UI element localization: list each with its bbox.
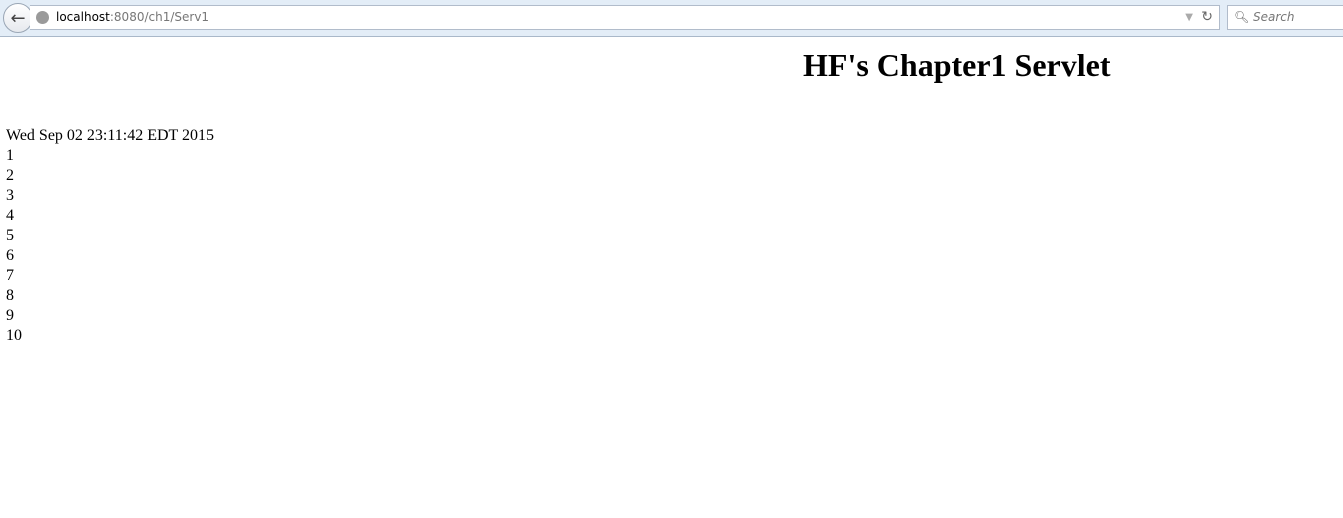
number-line: 10	[6, 327, 22, 344]
date-text: Wed Sep 02 23:11:42 EDT 2015	[6, 127, 215, 144]
number-line: 2	[6, 167, 14, 184]
address-bar[interactable]: localhost:8080/ch1/Serv1 ▼ ↻	[30, 5, 1220, 30]
page-title: HF's Chapter1 Servlet	[803, 47, 1111, 83]
back-button[interactable]: ←	[3, 3, 33, 33]
number-line: 4	[6, 207, 14, 224]
servlet-output: Wed Sep 02 23:11:42 EDT 2015 1 2 3 4 5 6…	[6, 126, 214, 346]
back-arrow-icon: ←	[10, 7, 26, 29]
search-icon: 🔍︎	[1234, 10, 1250, 24]
number-line: 5	[6, 227, 14, 244]
search-placeholder: Search	[1253, 10, 1295, 24]
url-host: localhost	[56, 10, 110, 24]
number-line: 8	[6, 287, 14, 304]
number-line: 1	[6, 147, 14, 164]
browser-toolbar: ← localhost:8080/ch1/Serv1 ▼ ↻ 🔍︎ Search	[0, 0, 1343, 37]
number-line: 6	[6, 247, 14, 264]
number-line: 9	[6, 307, 14, 324]
search-input[interactable]: 🔍︎ Search	[1227, 5, 1343, 30]
url-path: :8080/ch1/Serv1	[109, 10, 210, 24]
number-line: 7	[6, 267, 14, 284]
history-dropdown-icon[interactable]: ▼	[1185, 6, 1193, 29]
reload-icon[interactable]: ↻	[1201, 6, 1213, 29]
number-line: 3	[6, 187, 14, 204]
globe-icon	[36, 11, 49, 24]
